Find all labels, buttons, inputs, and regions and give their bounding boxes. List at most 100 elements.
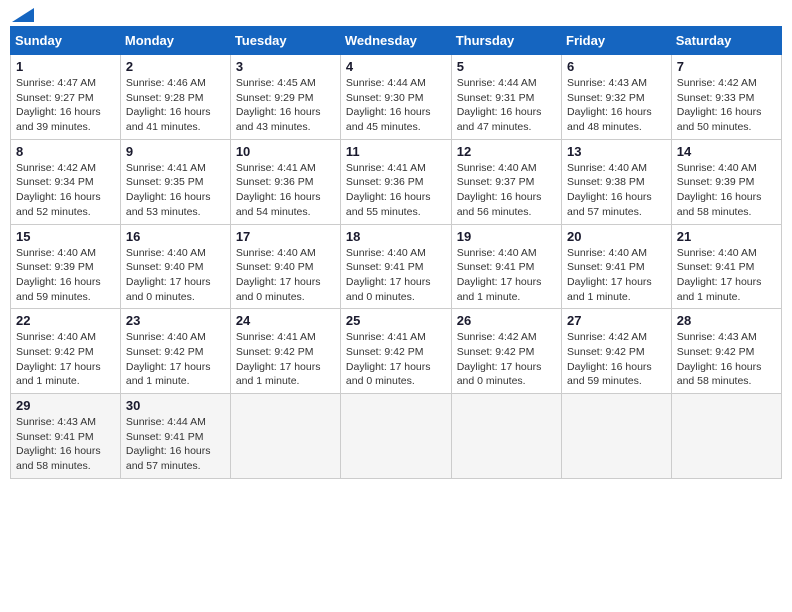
day-info: Sunrise: 4:47 AM Sunset: 9:27 PM Dayligh… [16, 76, 115, 135]
day-number: 22 [16, 313, 115, 328]
day-number: 1 [16, 59, 115, 74]
table-row: 11 Sunrise: 4:41 AM Sunset: 9:36 PM Dayli… [340, 139, 451, 224]
day-info: Sunrise: 4:40 AM Sunset: 9:40 PM Dayligh… [236, 246, 335, 305]
table-row: 5Sunrise: 4:44 AM Sunset: 9:31 PM Daylig… [451, 55, 561, 140]
table-row: 6 Sunrise: 4:43 AM Sunset: 9:32 PM Daylig… [562, 55, 672, 140]
table-row: 22Sunrise: 4:40 AM Sunset: 9:42 PM Dayli… [11, 309, 121, 394]
day-number: 26 [457, 313, 556, 328]
day-info: Sunrise: 4:40 AM Sunset: 9:42 PM Dayligh… [126, 330, 225, 389]
table-row: 24 Sunrise: 4:41 AM Sunset: 9:42 PM Dayli… [230, 309, 340, 394]
day-info: Sunrise: 4:41 AM Sunset: 9:42 PM Dayligh… [346, 330, 446, 389]
logo-icon [12, 8, 34, 22]
col-sunday: Sunday [11, 27, 121, 55]
table-row: 21Sunrise: 4:40 AM Sunset: 9:41 PM Dayli… [671, 224, 781, 309]
table-row: 20Sunrise: 4:40 AM Sunset: 9:41 PM Dayli… [562, 224, 672, 309]
table-row: 28Sunrise: 4:43 AM Sunset: 9:42 PM Dayli… [671, 309, 781, 394]
table-row: 13 Sunrise: 4:40 AM Sunset: 9:38 PM Dayli… [562, 139, 672, 224]
table-row [230, 394, 340, 479]
day-number: 16 [126, 229, 225, 244]
day-info: Sunrise: 4:40 AM Sunset: 9:41 PM Dayligh… [346, 246, 446, 305]
day-number: 5 [457, 59, 556, 74]
table-row: 26 Sunrise: 4:42 AM Sunset: 9:42 PM Dayli… [451, 309, 561, 394]
calendar-week-row: 29 Sunrise: 4:43 AM Sunset: 9:41 PM Dayli… [11, 394, 782, 479]
table-row: 29 Sunrise: 4:43 AM Sunset: 9:41 PM Dayli… [11, 394, 121, 479]
table-row: 10 Sunrise: 4:41 AM Sunset: 9:36 PM Dayli… [230, 139, 340, 224]
day-info: Sunrise: 4:40 AM Sunset: 9:37 PM Dayligh… [457, 161, 556, 220]
table-row: 15 Sunrise: 4:40 AM Sunset: 9:39 PM Dayli… [11, 224, 121, 309]
day-info: Sunrise: 4:40 AM Sunset: 9:39 PM Dayligh… [677, 161, 776, 220]
day-number: 10 [236, 144, 335, 159]
calendar-header-row: Sunday Monday Tuesday Wednesday Thursday… [11, 27, 782, 55]
day-number: 6 [567, 59, 666, 74]
table-row: 9 Sunrise: 4:41 AM Sunset: 9:35 PM Daylig… [120, 139, 230, 224]
col-tuesday: Tuesday [230, 27, 340, 55]
calendar-week-row: 22 Sunrise: 4:40 AM Sunset: 9:42 PM Dayli… [11, 309, 782, 394]
table-row: 18 Sunrise: 4:40 AM Sunset: 9:41 PM Dayli… [340, 224, 451, 309]
day-number: 25 [346, 313, 446, 328]
day-number: 30 [126, 398, 225, 413]
col-monday: Monday [120, 27, 230, 55]
day-info: Sunrise: 4:40 AM Sunset: 9:40 PM Dayligh… [126, 246, 225, 305]
col-thursday: Thursday [451, 27, 561, 55]
day-info: Sunrise: 4:40 AM Sunset: 9:41 PM Dayligh… [457, 246, 556, 305]
day-number: 23 [126, 313, 225, 328]
day-info: Sunrise: 4:41 AM Sunset: 9:35 PM Dayligh… [126, 161, 225, 220]
table-row: 25 Sunrise: 4:41 AM Sunset: 9:42 PM Dayli… [340, 309, 451, 394]
day-number: 4 [346, 59, 446, 74]
day-info: Sunrise: 4:44 AM Sunset: 9:41 PM Dayligh… [126, 415, 225, 474]
col-saturday: Saturday [671, 27, 781, 55]
table-row [562, 394, 672, 479]
day-number: 15 [16, 229, 115, 244]
page: Sunday Monday Tuesday Wednesday Thursday… [0, 0, 792, 612]
day-info: Sunrise: 4:44 AM Sunset: 9:30 PM Dayligh… [346, 76, 446, 135]
table-row: 16 Sunrise: 4:40 AM Sunset: 9:40 PM Dayli… [120, 224, 230, 309]
day-info: Sunrise: 4:43 AM Sunset: 9:42 PM Dayligh… [677, 330, 776, 389]
day-number: 20 [567, 229, 666, 244]
day-number: 7 [677, 59, 776, 74]
day-number: 21 [677, 229, 776, 244]
day-number: 27 [567, 313, 666, 328]
table-row: 19Sunrise: 4:40 AM Sunset: 9:41 PM Dayli… [451, 224, 561, 309]
day-info: Sunrise: 4:43 AM Sunset: 9:41 PM Dayligh… [16, 415, 115, 474]
day-info: Sunrise: 4:41 AM Sunset: 9:42 PM Dayligh… [236, 330, 335, 389]
day-info: Sunrise: 4:40 AM Sunset: 9:38 PM Dayligh… [567, 161, 666, 220]
day-info: Sunrise: 4:41 AM Sunset: 9:36 PM Dayligh… [346, 161, 446, 220]
table-row: 2Sunrise: 4:46 AM Sunset: 9:28 PM Daylig… [120, 55, 230, 140]
day-info: Sunrise: 4:42 AM Sunset: 9:42 PM Dayligh… [567, 330, 666, 389]
day-number: 29 [16, 398, 115, 413]
table-row: 17 Sunrise: 4:40 AM Sunset: 9:40 PM Dayli… [230, 224, 340, 309]
calendar-week-row: 8Sunrise: 4:42 AM Sunset: 9:34 PM Daylig… [11, 139, 782, 224]
day-number: 17 [236, 229, 335, 244]
day-info: Sunrise: 4:45 AM Sunset: 9:29 PM Dayligh… [236, 76, 335, 135]
col-wednesday: Wednesday [340, 27, 451, 55]
table-row: 3 Sunrise: 4:45 AM Sunset: 9:29 PM Daylig… [230, 55, 340, 140]
table-row: 12 Sunrise: 4:40 AM Sunset: 9:37 PM Dayli… [451, 139, 561, 224]
table-row: 8Sunrise: 4:42 AM Sunset: 9:34 PM Daylig… [11, 139, 121, 224]
day-info: Sunrise: 4:43 AM Sunset: 9:32 PM Dayligh… [567, 76, 666, 135]
table-row [340, 394, 451, 479]
day-info: Sunrise: 4:41 AM Sunset: 9:36 PM Dayligh… [236, 161, 335, 220]
day-number: 3 [236, 59, 335, 74]
day-info: Sunrise: 4:46 AM Sunset: 9:28 PM Dayligh… [126, 76, 225, 135]
day-number: 12 [457, 144, 556, 159]
table-row: 4 Sunrise: 4:44 AM Sunset: 9:30 PM Daylig… [340, 55, 451, 140]
calendar-week-row: 15 Sunrise: 4:40 AM Sunset: 9:39 PM Dayli… [11, 224, 782, 309]
day-info: Sunrise: 4:40 AM Sunset: 9:39 PM Dayligh… [16, 246, 115, 305]
day-number: 24 [236, 313, 335, 328]
day-number: 14 [677, 144, 776, 159]
table-row: 23 Sunrise: 4:40 AM Sunset: 9:42 PM Dayli… [120, 309, 230, 394]
table-row: 27 Sunrise: 4:42 AM Sunset: 9:42 PM Dayli… [562, 309, 672, 394]
header [10, 10, 782, 18]
table-row [671, 394, 781, 479]
table-row: 14 Sunrise: 4:40 AM Sunset: 9:39 PM Dayli… [671, 139, 781, 224]
table-row: 1 Sunrise: 4:47 AM Sunset: 9:27 PM Daylig… [11, 55, 121, 140]
day-number: 18 [346, 229, 446, 244]
day-info: Sunrise: 4:42 AM Sunset: 9:34 PM Dayligh… [16, 161, 115, 220]
day-number: 9 [126, 144, 225, 159]
calendar-table: Sunday Monday Tuesday Wednesday Thursday… [10, 26, 782, 479]
table-row: 30 Sunrise: 4:44 AM Sunset: 9:41 PM Dayli… [120, 394, 230, 479]
calendar-week-row: 1 Sunrise: 4:47 AM Sunset: 9:27 PM Daylig… [11, 55, 782, 140]
day-number: 13 [567, 144, 666, 159]
day-info: Sunrise: 4:42 AM Sunset: 9:42 PM Dayligh… [457, 330, 556, 389]
day-number: 11 [346, 144, 446, 159]
